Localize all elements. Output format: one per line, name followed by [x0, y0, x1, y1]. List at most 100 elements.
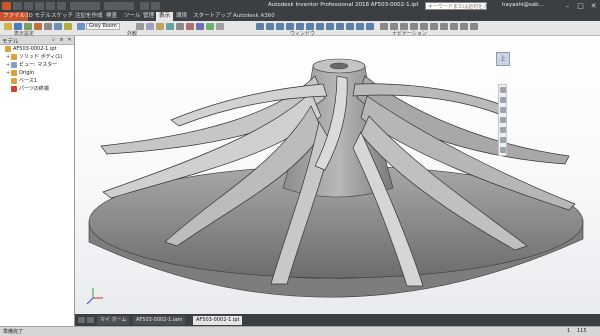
look-at-nav-icon[interactable]	[500, 127, 506, 133]
status-bar: 準備完了 1 115	[0, 326, 600, 336]
document-tab-bar: マイ ホーム AF503-0002-1.iam AF503-0002-1.ipt	[75, 314, 600, 326]
doc-tab-part[interactable]: AF503-0002-1.ipt	[193, 316, 243, 325]
status-text: 準備完了	[3, 329, 24, 335]
ground-plane-icon[interactable]	[176, 23, 184, 30]
axis-triad-icon	[86, 288, 103, 305]
half-section-icon[interactable]	[34, 23, 42, 30]
tree-item[interactable]: + Origin	[0, 69, 74, 77]
help-search-input[interactable]	[426, 4, 486, 10]
glyph-icon[interactable]	[24, 23, 32, 30]
parameters-icon[interactable]	[151, 2, 160, 10]
tree-item[interactable]: + ビュー: マスター	[0, 61, 74, 69]
visual-style-icon[interactable]	[77, 23, 85, 30]
zoom-all-nav-icon[interactable]	[500, 137, 506, 143]
full-navigation-icon[interactable]	[450, 23, 458, 30]
object-visibility-icon[interactable]	[4, 23, 12, 30]
hide-all-icon[interactable]	[64, 23, 72, 30]
tree-item-label: ベース1	[19, 78, 37, 84]
orbit-icon[interactable]	[400, 23, 408, 30]
new-window-icon[interactable]	[296, 23, 304, 30]
undo-icon[interactable]	[46, 2, 55, 10]
open-icon[interactable]	[24, 2, 33, 10]
browser-menu-icon[interactable]: ≡	[58, 37, 65, 43]
viewcube-icon[interactable]: 上	[496, 52, 510, 66]
look-at-icon[interactable]	[410, 23, 418, 30]
help-search-box[interactable]	[425, 2, 487, 10]
lighting-icon[interactable]	[196, 23, 204, 30]
reflections-icon[interactable]	[146, 23, 154, 30]
save-icon[interactable]	[35, 2, 44, 10]
tab-inspect[interactable]: 検査	[103, 12, 120, 21]
doc-tab-home[interactable]: マイ ホーム	[97, 316, 130, 325]
tab-a360[interactable]: Autodesk A360	[230, 12, 278, 21]
maximize-view-icon[interactable]	[356, 23, 364, 30]
steering-wheel-icon[interactable]	[430, 23, 438, 30]
clean-screen-icon[interactable]	[266, 23, 274, 30]
maximize-button[interactable]: □	[574, 0, 587, 12]
ray-tracing-icon[interactable]	[156, 23, 164, 30]
tree-expand-toggle[interactable]: +	[6, 69, 10, 77]
redo-icon[interactable]	[57, 2, 66, 10]
tree-item[interactable]: ベース1	[0, 77, 74, 85]
new-icon[interactable]	[13, 2, 22, 10]
tree-item[interactable]: + ソリッド ボディ(1)	[0, 53, 74, 61]
user-interface-icon[interactable]	[256, 23, 264, 30]
switch-window-icon[interactable]	[306, 23, 314, 30]
cascade-docs-icon[interactable]	[78, 317, 85, 323]
next-view-icon[interactable]	[470, 23, 478, 30]
tree-expand-toggle[interactable]: +	[6, 61, 10, 69]
tree-item[interactable]: AF503-0002-1.ipt	[0, 45, 74, 53]
center-of-gravity-icon[interactable]	[14, 23, 22, 30]
docking-icon[interactable]	[366, 23, 374, 30]
measure-icon[interactable]	[140, 2, 149, 10]
tree-item[interactable]: パーツの終端	[0, 85, 74, 93]
graphics-window[interactable]: 上	[75, 36, 600, 314]
tabs-icon[interactable]	[346, 23, 354, 30]
tab-view[interactable]: 表示	[156, 12, 174, 21]
pan-icon[interactable]	[380, 23, 388, 30]
texture-icon[interactable]	[216, 23, 224, 30]
appearance-icon[interactable]	[186, 23, 194, 30]
zoom-all-icon[interactable]	[420, 23, 428, 30]
material-dropdown[interactable]	[70, 2, 100, 10]
impeller-model[interactable]	[75, 36, 600, 314]
tab-annotate[interactable]: 注記を作成	[72, 12, 106, 21]
doc-tab-assembly[interactable]: AF503-0002-1.iam	[133, 316, 186, 325]
end-section-icon[interactable]	[44, 23, 52, 30]
tree-item-label: Origin	[19, 70, 35, 76]
visual-style-dropdown[interactable]: Grey Room	[86, 23, 120, 30]
tree-node-icon	[11, 62, 17, 68]
split-window-icon[interactable]	[326, 23, 334, 30]
home-view-icon[interactable]	[440, 23, 448, 30]
browser-close-icon[interactable]: ✕	[66, 37, 73, 43]
zoom-nav-icon[interactable]	[500, 107, 506, 113]
quarter-section-icon[interactable]	[54, 23, 62, 30]
minimize-button[interactable]: –	[561, 0, 574, 12]
color-override-icon[interactable]	[206, 23, 214, 30]
appearance-dropdown[interactable]	[104, 2, 134, 10]
arrange-icon[interactable]	[316, 23, 324, 30]
tile-docs-icon[interactable]	[87, 317, 94, 323]
full-wheel-icon[interactable]	[500, 87, 506, 93]
browser-search-icon[interactable]: ⌕	[50, 37, 57, 43]
zoom-icon[interactable]	[390, 23, 398, 30]
cascade-windows-icon[interactable]	[286, 23, 294, 30]
status-page-count: 115	[577, 328, 587, 334]
app-menu-icon[interactable]	[2, 2, 11, 10]
customize-nav-icon[interactable]	[500, 147, 506, 153]
tab-manage[interactable]: 管理	[140, 12, 157, 21]
user-account[interactable]: hayashi@sab...	[502, 2, 544, 8]
orbit-nav-icon[interactable]	[500, 117, 506, 123]
tree-expand-toggle[interactable]: +	[6, 53, 10, 61]
perspective-icon[interactable]	[166, 23, 174, 30]
pan-nav-icon[interactable]	[500, 97, 506, 103]
status-page-current: 1	[567, 328, 571, 334]
tab-environments[interactable]: 環境	[173, 12, 190, 21]
previous-view-icon[interactable]	[460, 23, 468, 30]
fullscreen-icon[interactable]	[336, 23, 344, 30]
tile-windows-icon[interactable]	[276, 23, 284, 30]
tab-getstarted[interactable]: スタートアップ	[190, 12, 235, 21]
close-window-button[interactable]: ✕	[587, 0, 600, 12]
shadows-icon[interactable]	[136, 23, 144, 30]
title-bar: Autodesk Inventor Professional 2018 AF50…	[0, 0, 600, 12]
